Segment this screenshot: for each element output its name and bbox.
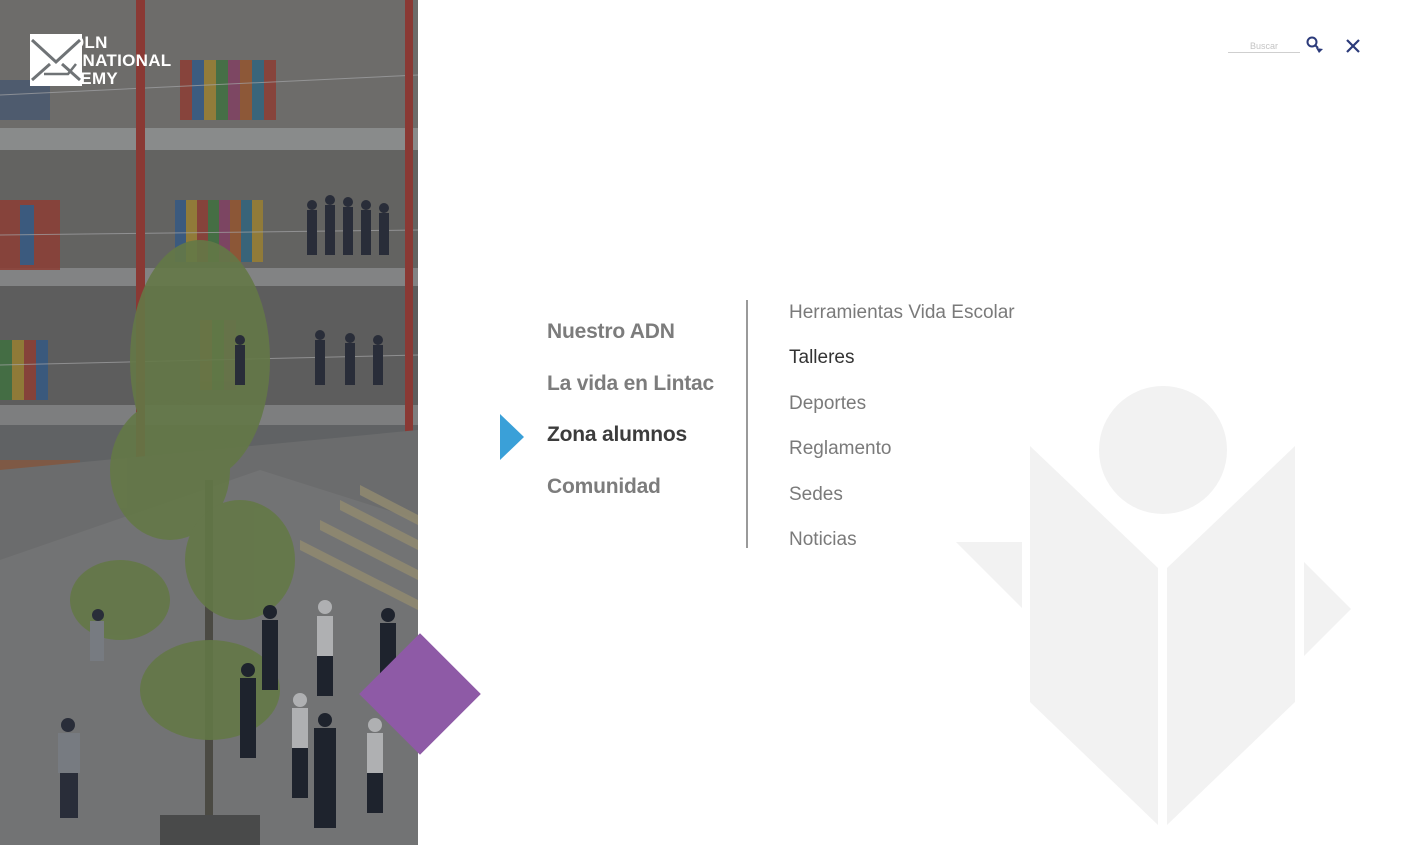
sub-menu-item-reglamento[interactable]: Reglamento: [789, 437, 1015, 482]
sub-menu: Herramientas Vida Escolar Talleres Depor…: [789, 301, 1015, 573]
sub-menu-item-noticias[interactable]: Noticias: [789, 528, 1015, 573]
search-field[interactable]: [1228, 36, 1300, 54]
main-menu-item-nuestro-adn[interactable]: Nuestro ADN: [547, 318, 714, 370]
envelope-mark-icon: [30, 34, 82, 86]
main-menu-item-la-vida-en-lintac[interactable]: La vida en Lintac: [547, 370, 714, 422]
main-menu-item-comunidad[interactable]: Comunidad: [547, 473, 714, 525]
main-menu: Nuestro ADN La vida en Lintac Zona alumn…: [547, 318, 714, 524]
school-courtyard-photo: [0, 0, 418, 845]
active-menu-indicator: [500, 414, 524, 460]
hero-photo: LINCOLN INTERNATIONAL ACADEMY: [0, 0, 418, 845]
search-input[interactable]: [1228, 38, 1300, 54]
sub-menu-item-deportes[interactable]: Deportes: [789, 392, 1015, 437]
menu-divider: [746, 300, 748, 548]
search-icon[interactable]: [1305, 35, 1325, 55]
close-icon[interactable]: [1344, 37, 1362, 55]
sub-menu-item-herramientas[interactable]: Herramientas Vida Escolar: [789, 301, 1015, 346]
brand-logo[interactable]: LINCOLN INTERNATIONAL ACADEMY: [30, 34, 171, 88]
main-menu-item-zona-alumnos[interactable]: Zona alumnos: [547, 421, 714, 473]
sub-menu-item-sedes[interactable]: Sedes: [789, 483, 1015, 528]
sub-menu-item-talleres[interactable]: Talleres: [789, 346, 1015, 391]
